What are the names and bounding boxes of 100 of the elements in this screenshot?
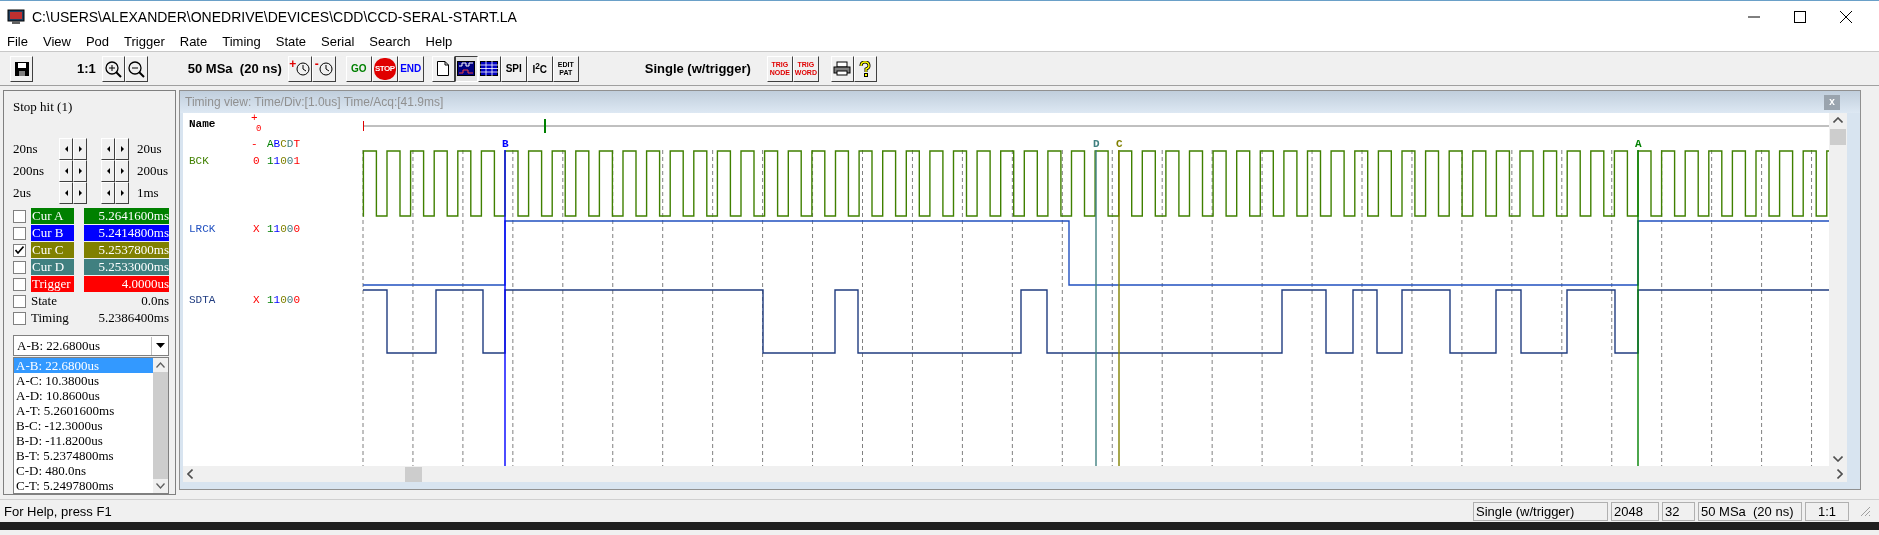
signal-name: LRCK [189, 223, 216, 235]
scroll-thumb[interactable] [153, 372, 168, 479]
delta-item[interactable]: C-D: 480.0ns [14, 463, 153, 478]
checkbox[interactable] [13, 226, 26, 240]
scroll-thumb[interactable] [405, 466, 422, 482]
cursor-time: 5.2533000ms [84, 259, 169, 275]
toolbar-label: Single (w/trigger) [643, 61, 752, 76]
signal-name: SDTA [189, 294, 216, 306]
menu-item[interactable]: Search [369, 34, 420, 49]
delta-item[interactable]: C-T: 5.2497800ms [14, 478, 153, 493]
menu-item[interactable]: Rate [179, 34, 217, 49]
menu-item[interactable]: Timing [222, 34, 270, 49]
cursor-time: 5.2414800ms [84, 225, 169, 241]
checkbox[interactable] [13, 260, 26, 274]
cursor-marker-label: A [1635, 138, 1642, 150]
waveform-icon [457, 61, 476, 76]
clock-rate-button[interactable]: + [287, 55, 312, 82]
delta-item[interactable]: B-C: -12.3000us [14, 418, 153, 433]
left-triangle-icon [64, 146, 68, 152]
step-right-button[interactable] [73, 160, 87, 182]
checkbox[interactable] [13, 311, 26, 325]
status-pane: 32 [1662, 501, 1695, 521]
status-help-text: For Help, press F1 [4, 503, 112, 519]
timing-view-button[interactable] [454, 55, 478, 82]
scroll-down-icon [1833, 456, 1843, 462]
list-scrollbar[interactable] [153, 358, 168, 493]
stop-button[interactable]: STOP [371, 55, 398, 82]
zoom-in-button[interactable] [101, 55, 125, 82]
list-view-button[interactable] [477, 55, 501, 82]
cursor-marker-label: B [502, 138, 509, 150]
cursor-label: State [31, 293, 58, 309]
step-left-button[interactable] [59, 138, 73, 160]
toolbar-button[interactable]: SPI [500, 55, 527, 82]
checkbox[interactable] [13, 209, 26, 223]
step-label: 20ns [13, 141, 39, 157]
grid-icon [480, 61, 499, 76]
checkbox[interactable] [13, 277, 26, 291]
checkbox[interactable] [13, 294, 26, 308]
step-left-button[interactable] [101, 160, 115, 182]
signal-cursor-values: 11001 [267, 155, 301, 167]
signal-state: 0 [253, 155, 260, 167]
step-label: 200ns [13, 163, 46, 179]
menu-item[interactable]: Help [425, 34, 462, 49]
cursor-time: 5.2537800ms [84, 242, 169, 258]
delta-item[interactable]: A-C: 10.3800us [14, 373, 153, 388]
left-triangle-icon [64, 168, 68, 174]
save-button[interactable] [10, 55, 33, 82]
help-button[interactable] [853, 55, 877, 82]
step-right-button[interactable] [73, 138, 87, 160]
delta-item[interactable]: B-D: -11.8200us [14, 433, 153, 448]
right-triangle-icon [78, 190, 82, 196]
menu-item[interactable]: Pod [85, 34, 119, 49]
signal-state: X [253, 223, 260, 235]
checkbox[interactable] [13, 243, 26, 257]
menu-item[interactable]: View [42, 34, 80, 49]
delta-dropdown[interactable]: A-B: 22.6800us [13, 335, 169, 356]
signal-state: X [253, 294, 260, 306]
menu-item[interactable]: Serial [321, 34, 364, 49]
timing-view-title: Timing view: Time/Div:[1.0us] Time/Acq:[41.9ms] [185, 95, 444, 109]
step-label: 20us [137, 141, 162, 157]
toolbar-label: 1:1 [76, 61, 97, 76]
step-left-button[interactable] [59, 160, 73, 182]
vertical-scrollbar[interactable] [1829, 113, 1847, 466]
menu-item[interactable]: State [275, 34, 316, 49]
status-pane: Single (w/trigger) [1473, 501, 1608, 521]
step-left-button[interactable] [59, 182, 73, 204]
clock-rate-button[interactable]: - [311, 55, 336, 82]
delta-item[interactable]: A-D: 10.8600us [14, 388, 153, 403]
delta-item[interactable]: B-T: 5.2374800ms [14, 448, 153, 463]
name-header: Name [189, 118, 216, 130]
right-triangle-icon [78, 146, 82, 152]
toolbar-button[interactable]: GO [345, 55, 372, 82]
step-label: 2us [13, 185, 33, 201]
left-triangle-icon [64, 190, 68, 196]
printer-icon [833, 61, 852, 76]
print-button[interactable] [830, 55, 854, 82]
menu-item[interactable]: Trigger [124, 34, 174, 49]
step-right-button[interactable] [115, 182, 129, 204]
zoom-in-icon [104, 59, 123, 78]
step-label: 200us [137, 163, 169, 179]
step-right-button[interactable] [115, 160, 129, 182]
horizontal-scrollbar[interactable] [183, 466, 1847, 482]
right-triangle-icon [120, 190, 124, 196]
toolbar-label: 50 MSa (20 ns) [186, 61, 283, 76]
scroll-thumb[interactable] [1830, 129, 1846, 145]
step-right-button[interactable] [115, 138, 129, 160]
signal-cursor-values: 11000 [267, 294, 301, 306]
page-view-button[interactable] [431, 55, 455, 82]
step-left-button[interactable] [101, 182, 115, 204]
zoom-out-button[interactable] [124, 55, 148, 82]
clock-icon [318, 61, 333, 76]
toolbar-button[interactable]: END [397, 55, 424, 82]
menu-item[interactable]: File [7, 34, 37, 49]
step-left-button[interactable] [101, 138, 115, 160]
toolbar-button[interactable]: I$^{2}$C [526, 55, 553, 82]
delta-item[interactable]: A-T: 5.2601600ms [14, 403, 153, 418]
step-right-button[interactable] [73, 182, 87, 204]
status-pane: 50 MSa (20 ns) [1698, 501, 1802, 521]
zero-label: 0 [256, 124, 262, 134]
cursor-label: Cur C [31, 242, 74, 258]
